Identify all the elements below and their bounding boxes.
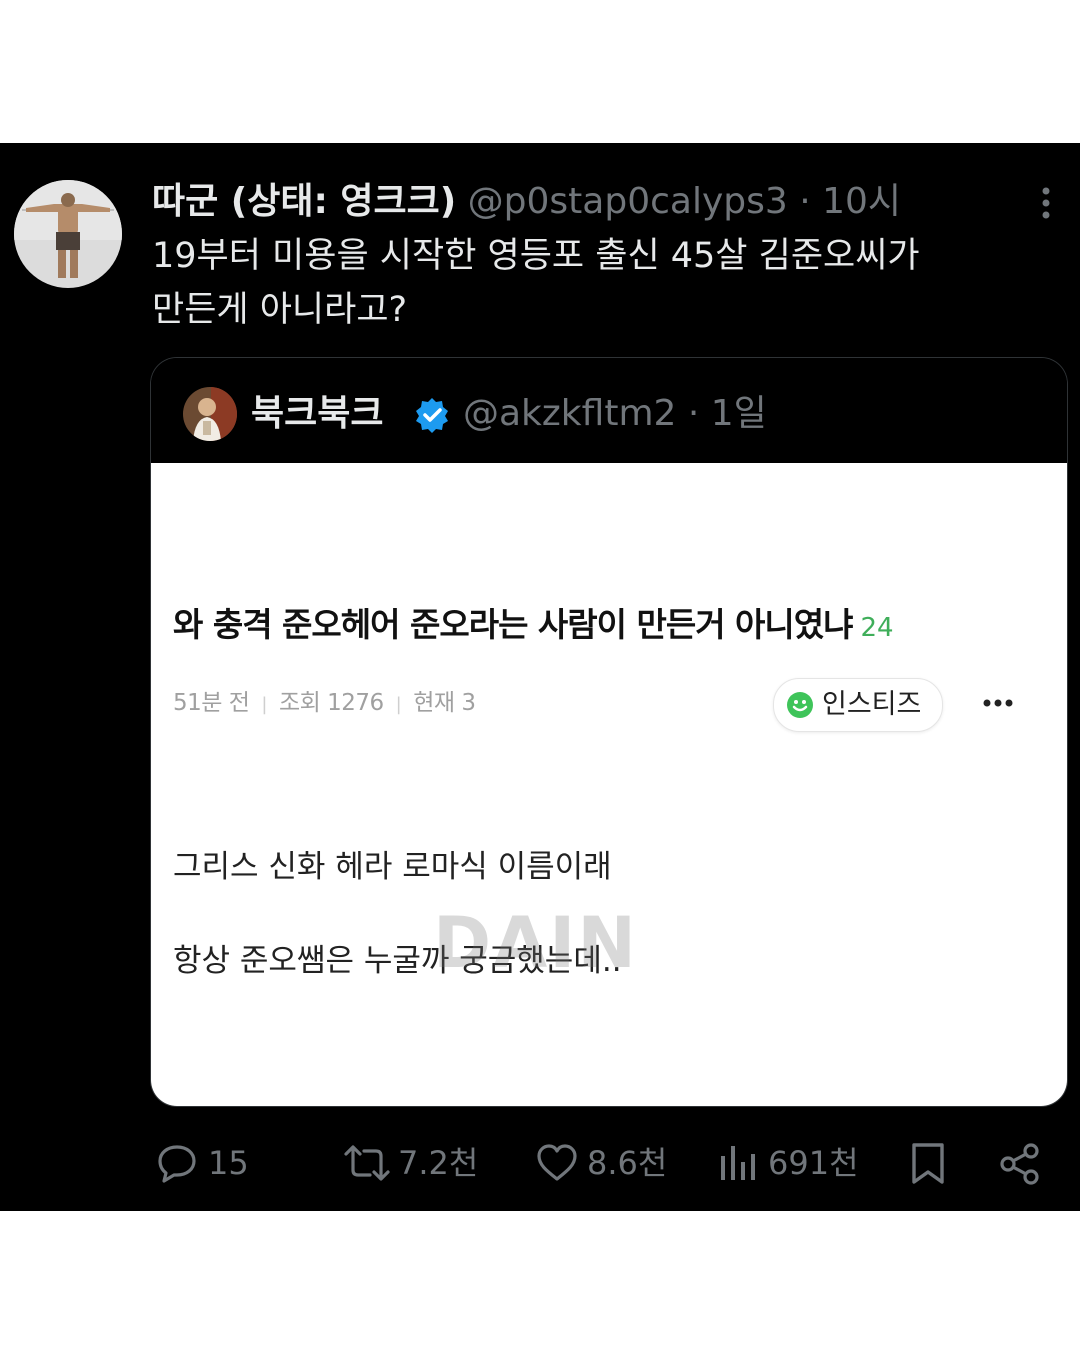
like-button[interactable]: 8.6천 — [535, 1133, 675, 1193]
tweet-text-line: 만든게 아니라고? — [152, 290, 408, 330]
heart-icon — [537, 1144, 577, 1181]
share-button[interactable] — [998, 1133, 1042, 1193]
views-button[interactable]: 691천 — [718, 1133, 868, 1193]
reply-count: 15 — [208, 1144, 249, 1182]
quote-tweet-card[interactable]: 북크북크 @akzkfltm2 · 1일 와 충격 준오헤어 준오라는 사람이 … — [151, 358, 1067, 1106]
tweet-text-line: 19부터 미용을 시작한 영등포 출신 45살 김준오씨가 — [152, 236, 920, 276]
more-horizontal-icon — [981, 688, 1015, 718]
post-title: 와 충격 준오헤어 준오라는 사람이 만든거 아니였냐 24 — [173, 603, 1053, 650]
repost-count: 7.2천 — [398, 1144, 479, 1182]
views-chart-icon — [721, 1146, 755, 1180]
quoted-screenshot[interactable]: 와 충격 준오헤어 준오라는 사람이 만든거 아니였냐 24 51분 전 | 조회 1… — [151, 463, 1067, 1106]
source-badge: 인스티즈 — [773, 678, 943, 732]
meta-divider: | — [261, 694, 267, 715]
bookmark-icon — [912, 1143, 944, 1184]
quote-header: 북크북크 @akzkfltm2 · 1일 — [151, 358, 1067, 463]
reply-button[interactable]: 15 — [156, 1133, 266, 1193]
tweet-header: 따군 (상태: 영크크) @p0stap0calyps3 · 10시 — [152, 177, 1022, 227]
quote-handle-time[interactable]: @akzkfltm2 · 1일 — [463, 386, 767, 442]
repost-button[interactable]: 7.2천 — [342, 1133, 482, 1193]
reply-icon — [158, 1145, 196, 1183]
smile-icon — [787, 692, 813, 718]
post-current: 현재 3 — [413, 690, 476, 716]
verified-badge-icon — [413, 396, 451, 434]
user-avatar[interactable] — [14, 180, 122, 288]
post-title-text: 와 충격 준오헤어 준오라는 사람이 만든거 아니였냐 — [173, 605, 853, 644]
display-name[interactable]: 따군 (상태: 영크크) — [152, 181, 456, 222]
views-count: 691천 — [768, 1144, 859, 1182]
post-body-line: 그리스 신화 헤라 로마식 이름이래 — [173, 849, 612, 885]
source-label: 인스티즈 — [822, 689, 922, 720]
more-vertical-icon[interactable] — [1034, 183, 1058, 223]
like-count: 8.6천 — [587, 1144, 668, 1182]
meta-divider: | — [395, 694, 402, 715]
tweet-text: 19부터 미용을 시작한 영등포 출신 45살 김준오씨가 만든게 아니라고? — [152, 229, 1052, 337]
tweet: 따군 (상태: 영크크) @p0stap0calyps3 · 10시 19부터 … — [0, 143, 1080, 1211]
bookmark-button[interactable] — [910, 1133, 950, 1193]
comment-count: 24 — [860, 613, 894, 643]
post-views: 조회 1276 — [278, 690, 384, 716]
watermark: DAIN — [433, 902, 638, 984]
quote-avatar[interactable] — [183, 387, 237, 441]
repost-icon — [344, 1145, 390, 1181]
action-bar: 15 7.2천 8.6천 691천 — [0, 1133, 1080, 1193]
quote-display-name[interactable]: 북크북크 — [251, 386, 383, 442]
share-icon — [1000, 1143, 1039, 1185]
post-meta: 51분 전 | 조회 1276 | 현재 3 — [173, 683, 476, 723]
handle-time[interactable]: @p0stap0calyps3 · 10시 — [468, 181, 901, 222]
post-time: 51분 전 — [173, 690, 250, 716]
